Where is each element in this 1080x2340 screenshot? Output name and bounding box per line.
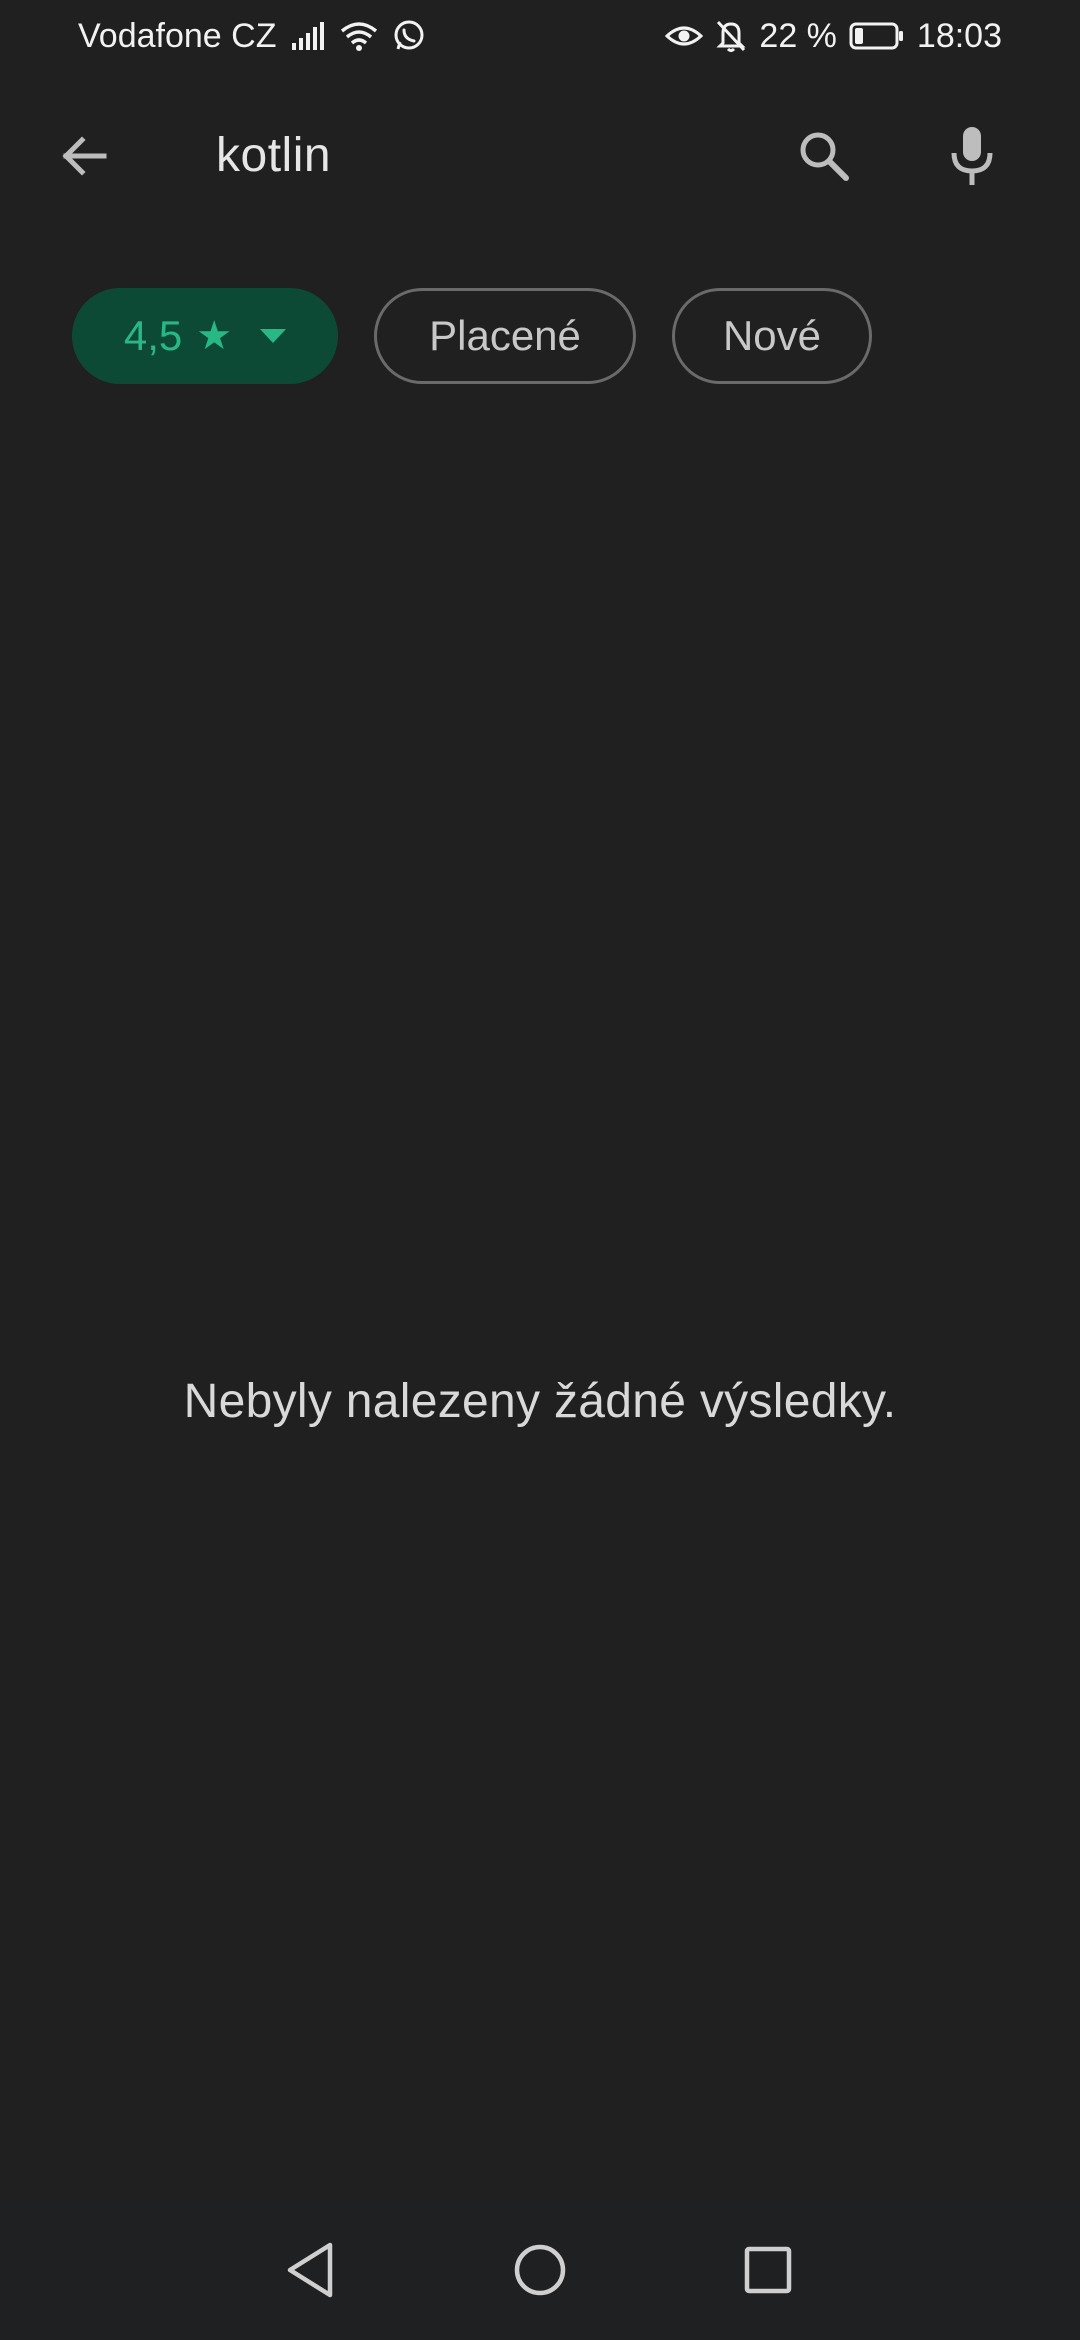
battery-icon [849, 21, 905, 51]
new-filter-label: Nové [722, 312, 822, 359]
star-icon: ★ [196, 314, 233, 358]
back-button[interactable] [44, 118, 124, 198]
battery-fill [854, 28, 863, 44]
status-left: Vodafone CZ [78, 17, 426, 56]
status-right: 22 % 18:03 [665, 17, 1002, 56]
clock: 18:03 [916, 16, 1002, 55]
rating-filter-label: 4,5 [123, 312, 183, 359]
voice-search-button[interactable] [932, 118, 1012, 198]
bell-off-icon [715, 19, 747, 53]
new-filter-chip[interactable]: Nové [672, 288, 872, 384]
back-arrow-icon [56, 128, 112, 189]
nav-recents-button[interactable] [728, 2232, 808, 2312]
paid-filter-chip[interactable]: Placené [374, 288, 636, 384]
paid-filter-label: Placené [429, 312, 581, 359]
wifi-icon [340, 20, 378, 52]
rating-filter-chip[interactable]: 4,5 ★ [72, 288, 338, 384]
microphone-icon [947, 125, 997, 192]
filter-chips: 4,5 ★ Placené Nové [72, 288, 872, 384]
system-nav-bar [0, 2204, 1080, 2340]
dropdown-caret-icon [260, 329, 287, 343]
signal-icon [290, 21, 326, 51]
nav-home-icon [512, 2242, 568, 2303]
search-query-input[interactable]: kotlin [216, 128, 331, 183]
nav-home-button[interactable] [500, 2232, 580, 2312]
nav-back-icon [282, 2240, 338, 2305]
nav-recents-icon [742, 2244, 794, 2301]
search-icon [794, 126, 854, 191]
search-bar: kotlin [0, 100, 1080, 216]
nav-back-button[interactable] [270, 2232, 350, 2312]
status-bar: Vodafone CZ 22 % 18:03 [0, 0, 1080, 72]
carrier-name: Vodafone CZ [78, 16, 277, 55]
search-button[interactable] [784, 118, 864, 198]
no-results-message: Nebyly nalezeny žádné výsledky. [183, 1375, 897, 1428]
eye-icon [665, 22, 704, 50]
whatsapp-icon [392, 19, 426, 53]
battery-percent: 22 % [759, 16, 837, 55]
